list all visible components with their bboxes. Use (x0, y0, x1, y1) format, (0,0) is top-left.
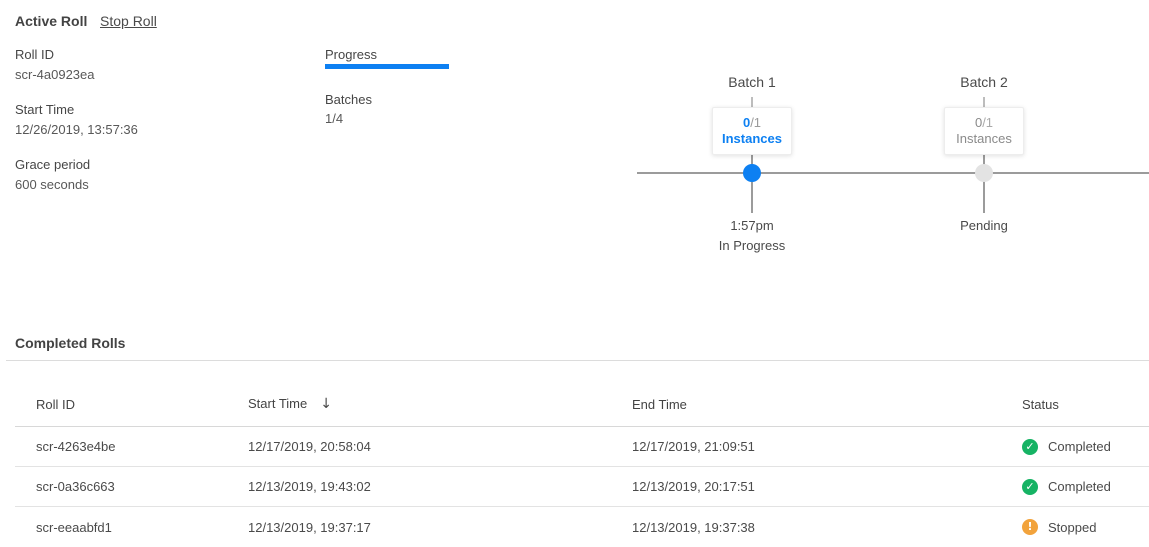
column-header-end-time[interactable]: End Time (632, 397, 1022, 412)
batch-1-time: 1:57pm (672, 218, 832, 233)
completed-rolls-table: Roll ID Start Time ↓ End Time Status scr-… (15, 361, 1149, 547)
batch-2-instances-label: Instances (956, 131, 1012, 147)
batch-1-count: 0/1 (743, 115, 761, 131)
batch-1-marker-dot (743, 164, 761, 182)
roll-id-label: Roll ID (15, 47, 54, 62)
column-header-roll-id[interactable]: Roll ID (36, 397, 248, 412)
roll-id-value: scr-4a0923ea (15, 67, 95, 82)
timeline-batch-2: Batch 2 0/1 Instances Pending (904, 70, 1064, 265)
batch-2-time: Pending (904, 218, 1064, 233)
start-time-header-label: Start Time (248, 396, 307, 411)
progress-label: Progress (325, 47, 377, 62)
batch-2-marker-dot (975, 164, 993, 182)
batch-1-status: In Progress (672, 238, 832, 253)
sort-descending-icon[interactable]: ↓ (320, 396, 332, 412)
batch-2-instances-card: 0/1 Instances (944, 107, 1024, 155)
table-row[interactable]: scr-eeaabfd1 12/13/2019, 19:37:17 12/13/… (15, 507, 1149, 547)
column-header-status[interactable]: Status (1022, 397, 1149, 412)
status-text: Completed (1048, 479, 1111, 494)
batch-1-instances-card[interactable]: 0/1 Instances (712, 107, 792, 155)
status-stopped-icon: ! (1022, 519, 1038, 535)
batch-2-count: 0/1 (975, 115, 993, 131)
batches-label: Batches (325, 92, 372, 107)
status-completed-icon: ✓ (1022, 439, 1038, 455)
cell-start-time: 12/17/2019, 20:58:04 (248, 439, 632, 454)
grace-period-value: 600 seconds (15, 177, 89, 192)
batch-1-instances-label: Instances (722, 131, 782, 147)
cell-roll-id: scr-eeaabfd1 (36, 520, 248, 535)
cell-status: ✓ Completed (1022, 439, 1149, 455)
cell-start-time: 12/13/2019, 19:37:17 (248, 520, 632, 535)
grace-period-label: Grace period (15, 157, 90, 172)
table-row[interactable]: scr-4263e4be 12/17/2019, 20:58:04 12/17/… (15, 427, 1149, 467)
status-completed-icon: ✓ (1022, 479, 1038, 495)
table-row[interactable]: scr-0a36c663 12/13/2019, 19:43:02 12/13/… (15, 467, 1149, 507)
batch-2-tick (983, 97, 985, 107)
cell-status: ✓ Completed (1022, 479, 1149, 495)
stop-roll-link[interactable]: Stop Roll (100, 13, 157, 29)
column-header-start-time[interactable]: Start Time ↓ (248, 396, 632, 412)
status-text: Stopped (1048, 520, 1096, 535)
timeline-batch-1: Batch 1 0/1 Instances 1:57pm In Progress (672, 70, 832, 265)
cell-end-time: 12/13/2019, 20:17:51 (632, 479, 1022, 494)
batch-2-name: Batch 2 (904, 74, 1064, 90)
progress-bar (325, 64, 449, 69)
start-time-label: Start Time (15, 102, 74, 117)
active-roll-title: Active Roll (15, 13, 87, 29)
status-text: Completed (1048, 439, 1111, 454)
cell-start-time: 12/13/2019, 19:43:02 (248, 479, 632, 494)
cell-status: ! Stopped (1022, 519, 1149, 535)
start-time-value: 12/26/2019, 13:57:36 (15, 122, 138, 137)
completed-rolls-title: Completed Rolls (15, 335, 125, 351)
cell-roll-id: scr-4263e4be (36, 439, 248, 454)
table-header-row: Roll ID Start Time ↓ End Time Status (15, 361, 1149, 427)
cell-end-time: 12/17/2019, 21:09:51 (632, 439, 1022, 454)
cell-end-time: 12/13/2019, 19:37:38 (632, 520, 1022, 535)
cell-roll-id: scr-0a36c663 (36, 479, 248, 494)
batch-1-tick (751, 97, 753, 107)
batch-1-name: Batch 1 (672, 74, 832, 90)
batches-value: 1/4 (325, 111, 343, 126)
